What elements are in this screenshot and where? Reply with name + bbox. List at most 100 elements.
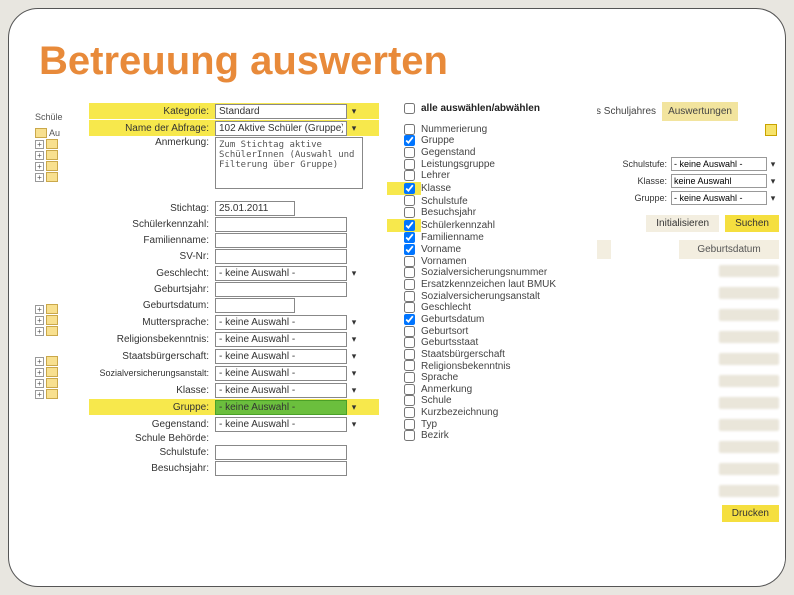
gegenstand-select[interactable] [215,417,347,432]
checkbox-staatsb-rgerschaft[interactable] [404,349,415,360]
chevron-down-icon[interactable]: ▾ [347,365,361,381]
search-button[interactable]: Suchen [725,215,779,232]
staatsb-select[interactable] [215,349,347,364]
checkbox-schule[interactable] [404,395,415,406]
bg-klasse-select[interactable] [671,174,767,188]
toolbar-icon[interactable] [765,124,777,136]
tree-row[interactable]: + [35,356,89,366]
bg-klasse-label: Klasse: [605,176,667,186]
checkbox-gegenstand[interactable] [404,147,415,158]
checkbox-familienname[interactable] [404,232,415,243]
checkbox-typ[interactable] [404,419,415,430]
stichtag-input[interactable] [215,201,295,216]
check-row-religionsbekenntnis: Religionsbekenntnis [387,360,597,371]
plus-icon[interactable]: + [35,316,44,325]
check-row-sprache: Sprache [387,372,597,383]
checkbox-nummerierung[interactable] [404,124,415,135]
print-button[interactable]: Drucken [722,505,779,522]
religion-select[interactable] [215,332,347,347]
tree-schuler[interactable]: Schüle [35,112,89,122]
plus-icon[interactable]: + [35,327,44,336]
checkbox-geburtsort[interactable] [404,326,415,337]
checkbox-geschlecht[interactable] [404,302,415,313]
plus-icon[interactable]: + [35,305,44,314]
bg-gruppe-select[interactable] [671,191,767,205]
abfrage-name-select[interactable] [215,121,347,136]
tree-row[interactable]: + [35,378,89,388]
anmerkung-textarea[interactable] [215,137,363,189]
filter-form: Kategorie: ▾ Name der Abfrage: ▾ Anmerku… [89,102,379,477]
chevron-down-icon[interactable]: ▾ [347,314,361,330]
plus-icon[interactable]: + [35,368,44,377]
plus-icon[interactable]: + [35,379,44,388]
select-all-checkbox[interactable] [404,103,415,114]
tree-row[interactable]: + [35,315,89,325]
check-row-besuchsjahr: Besuchsjahr [387,207,597,218]
tree-row[interactable]: + [35,172,89,182]
schulerkennzahl-input[interactable] [215,217,347,232]
checkbox-sprache[interactable] [404,372,415,383]
svanstalt-select[interactable] [215,366,347,381]
familienname-input[interactable] [215,233,347,248]
tree-row[interactable]: + [35,161,89,171]
chevron-down-icon[interactable]: ▾ [347,265,361,281]
tree-row[interactable]: + [35,139,89,149]
chevron-down-icon[interactable]: ▾ [347,331,361,347]
bg-tab-auswertungen[interactable]: Auswertungen [662,102,738,121]
plus-icon[interactable]: + [35,357,44,366]
tree-row[interactable]: + [35,326,89,336]
checkbox-geburtsdatum[interactable] [404,314,415,325]
checkbox-klasse[interactable] [404,183,415,194]
checkbox-religionsbekenntnis[interactable] [404,360,415,371]
chevron-down-icon[interactable]: ▾ [767,159,779,170]
checkbox-sch-lerkennzahl[interactable] [404,220,415,231]
kategorie-select[interactable] [215,104,347,119]
plus-icon[interactable]: + [35,162,44,171]
tree-row[interactable]: + [35,150,89,160]
chevron-down-icon[interactable]: ▾ [347,382,361,398]
init-button[interactable]: Initialisieren [646,215,719,232]
schulstufe-input[interactable] [215,445,347,460]
checkbox-vornamen[interactable] [404,256,415,267]
checkbox-lehrer[interactable] [404,170,415,181]
checkbox-bezirk[interactable] [404,430,415,441]
geburtsdatum-input[interactable] [215,298,295,313]
besuchsjahr-input[interactable] [215,461,347,476]
tree-row[interactable]: + [35,389,89,399]
plus-icon[interactable]: + [35,173,44,182]
tree-row[interactable]: + [35,304,89,314]
muttersprache-select[interactable] [215,315,347,330]
chevron-down-icon[interactable]: ▾ [767,176,779,187]
chevron-down-icon[interactable]: ▾ [347,348,361,364]
checkbox-schulstufe[interactable] [404,195,415,206]
checkbox-besuchsjahr[interactable] [404,207,415,218]
chevron-down-icon[interactable]: ▾ [347,416,361,432]
plus-icon[interactable]: + [35,151,44,160]
checkbox-gruppe[interactable] [404,135,415,146]
check-row-geburtsstaat: Geburtsstaat [387,337,597,348]
checkbox-sozialversicherungsnummer[interactable] [404,267,415,278]
geburtsjahr-input[interactable] [215,282,347,297]
checkbox-sozialversicherungsanstalt[interactable] [404,291,415,302]
plus-icon[interactable]: + [35,140,44,149]
svanstalt-label: Sozialversicherungsanstalt: [89,368,209,378]
geschlecht-select[interactable] [215,266,347,281]
bg-schulstufe-select[interactable] [671,157,767,171]
checkbox-ersatzkennzeichen-laut-bmuk[interactable] [404,279,415,290]
check-label: Familienname [421,232,484,243]
checkbox-leistungsgruppe[interactable] [404,159,415,170]
checkbox-vorname[interactable] [404,244,415,255]
chevron-down-icon[interactable]: ▾ [347,399,361,415]
checkbox-anmerkung[interactable] [404,384,415,395]
svnr-input[interactable] [215,249,347,264]
plus-icon[interactable]: + [35,390,44,399]
gruppe-select[interactable] [215,400,347,415]
tree-row-au[interactable]: Au [35,128,89,138]
klasse-select[interactable] [215,383,347,398]
checkbox-kurzbezeichnung[interactable] [404,407,415,418]
chevron-down-icon[interactable]: ▾ [767,193,779,204]
chevron-down-icon[interactable]: ▾ [347,120,361,136]
checkbox-geburtsstaat[interactable] [404,337,415,348]
tree-row[interactable]: + [35,367,89,377]
chevron-down-icon[interactable]: ▾ [347,103,361,119]
